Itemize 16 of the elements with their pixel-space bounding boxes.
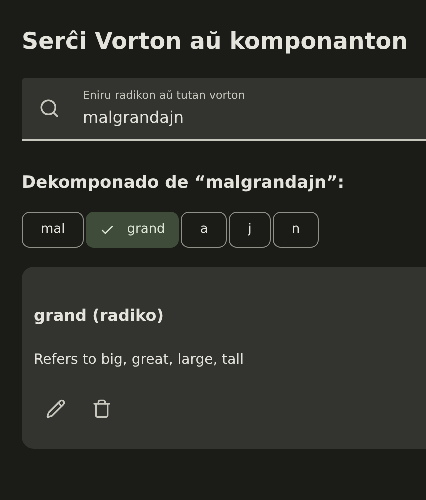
trash-icon	[92, 399, 112, 419]
field-label: Eniru radikon aŭ tutan vorton	[83, 89, 246, 103]
filter-chip[interactable]: grand	[86, 212, 180, 248]
search-icon	[39, 98, 60, 119]
card-description: Refers to big, great, large, tall	[34, 351, 245, 370]
page-title: Serĉi Vorton aŭ komponanton	[22, 28, 409, 57]
field-value: malgrandajn	[83, 108, 186, 128]
card-title: grand (radiko)	[34, 305, 166, 327]
edit-button[interactable]	[44, 397, 68, 421]
filter-chip[interactable]: j	[229, 212, 271, 248]
filter-chip[interactable]: a	[181, 212, 228, 248]
section-heading: Dekomponado de “malgrandajn”:	[22, 172, 346, 195]
search-field[interactable]: Eniru radikon aŭ tutan vorton malgrandajn	[22, 78, 426, 141]
filter-chip[interactable]: mal	[22, 212, 84, 248]
filter-chip[interactable]: n	[272, 212, 320, 248]
pencil-icon	[46, 399, 66, 419]
